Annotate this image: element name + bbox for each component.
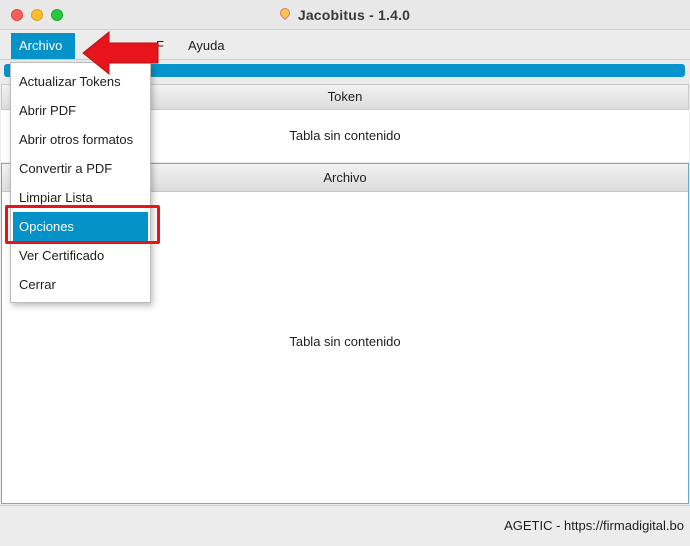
menu-ayuda[interactable]: Ayuda [180,33,233,59]
archivo-dropdown-menu: Actualizar Tokens Abrir PDF Abrir otros … [10,62,151,303]
droplet-icon [277,5,292,22]
menu-item-convertir-a-pdf[interactable]: Convertir a PDF [11,154,150,183]
status-text: AGETIC - https://firmadigital.bo [504,518,684,533]
archivo-table-empty: Tabla sin contenido [289,334,401,349]
annotation-highlight-box [5,205,160,244]
status-bar: AGETIC - https://firmadigital.bo [0,505,690,546]
menu-archivo[interactable]: Archivo [11,33,75,59]
menu-item-abrir-otros-formatos[interactable]: Abrir otros formatos [11,125,150,154]
menu-item-cerrar[interactable]: Cerrar [11,270,150,299]
title-wrap: Jacobitus - 1.4.0 [0,0,690,30]
menu-item-abrir-pdf[interactable]: Abrir PDF [11,96,150,125]
arrow-left-icon [82,30,159,76]
app-window: Jacobitus - 1.4.0 Archivo F Ayuda Token … [0,0,690,546]
menu-item-ver-certificado[interactable]: Ver Certificado [11,241,150,270]
title-bar: Jacobitus - 1.4.0 [0,0,690,30]
window-title: Jacobitus - 1.4.0 [297,7,411,23]
